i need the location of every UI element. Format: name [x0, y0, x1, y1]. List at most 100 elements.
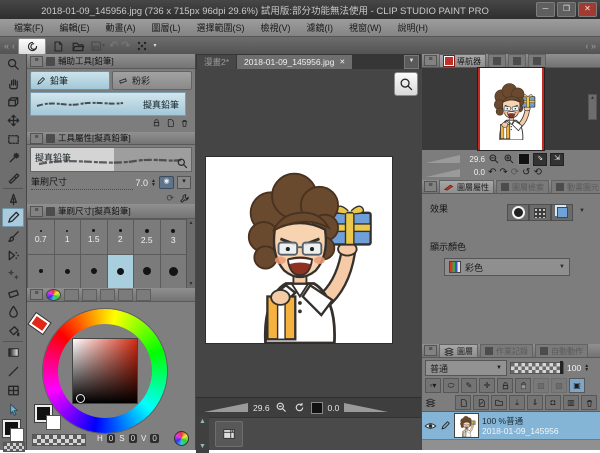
timeline-button[interactable] [215, 421, 243, 447]
tool-brush[interactable] [2, 227, 24, 246]
opacity-stepper[interactable]: ▲▼ [584, 364, 589, 372]
document-tab-comic2[interactable]: 漫畫2* [197, 55, 236, 69]
subview-palette-button[interactable] [394, 72, 418, 96]
magnifier-icon[interactable] [176, 157, 189, 170]
layer-name[interactable]: 2018-01-09_145956 [482, 426, 559, 436]
navigator-preview-area[interactable] [422, 68, 600, 150]
brush-size-scrollbar[interactable]: ▲▼ [186, 219, 195, 288]
subtool-item-real-pencil[interactable]: 擬真鉛筆 [30, 92, 186, 116]
transparent-color-swatch[interactable] [3, 442, 25, 452]
canvas-image[interactable] [206, 157, 392, 343]
menu-edit[interactable]: 編輯(E) [52, 19, 98, 36]
visibility-eye-icon[interactable] [424, 421, 437, 431]
subtool-scrollbar[interactable]: ▲ [588, 94, 597, 120]
redo-button[interactable]: ↷ [121, 38, 130, 54]
saturation-value-square[interactable] [73, 339, 137, 403]
rotate-reset-icon[interactable] [293, 401, 306, 414]
fit-to-screen-icon[interactable] [518, 153, 530, 165]
tool-operation[interactable] [2, 400, 24, 419]
panel-menu-icon[interactable]: ≡ [424, 55, 437, 66]
dock-collapse-left-icon[interactable]: « [4, 38, 9, 54]
document-tab-active[interactable]: 2018-01-09_145956.jpg ✕ [237, 55, 352, 69]
reset-view-icon[interactable]: ↺ [522, 168, 530, 177]
transparent-color-swatch[interactable] [32, 434, 86, 446]
apply-mask-icon[interactable]: ▥ [563, 395, 579, 410]
tool-figure[interactable] [2, 362, 24, 381]
palette-dock-toggle[interactable]: ▲▼ [196, 415, 209, 453]
trash-icon[interactable] [180, 118, 189, 128]
size-0.7[interactable]: 0.7 [27, 219, 55, 255]
ruler-icon[interactable]: ✎ [461, 378, 477, 393]
size-9[interactable] [160, 254, 188, 290]
maximize-button[interactable]: ❐ [557, 2, 576, 17]
color-slider-tab[interactable] [64, 289, 79, 301]
layer-color-toggle-icon[interactable]: ▣ [569, 378, 585, 393]
size-4[interactable] [27, 254, 55, 290]
wrench-icon[interactable] [179, 193, 190, 204]
flip-vertical-icon[interactable]: ⇲ [550, 153, 564, 166]
panel-menu-icon[interactable]: ≡ [424, 345, 437, 356]
tool-hand[interactable] [2, 74, 24, 93]
blend-mode-dropdown[interactable]: 普通 ▼ [425, 360, 507, 376]
set-as-draft-icon[interactable]: ▨ [533, 378, 549, 393]
tool-frame-border[interactable] [2, 381, 24, 400]
tool-object[interactable] [2, 93, 24, 112]
tool-blend[interactable] [2, 303, 24, 322]
rotate-left-icon[interactable]: ↶ [488, 168, 496, 177]
reset-all-icon[interactable]: ⟲ [534, 168, 542, 177]
size-1.5[interactable]: 1.5 [80, 219, 108, 255]
lock-layer-icon[interactable] [497, 378, 513, 393]
reset-rotation-icon[interactable]: ⟳ [511, 168, 519, 177]
dock-collapse-right-icon[interactable]: ‹ » [585, 38, 596, 54]
intermediate-color-tab[interactable] [100, 289, 115, 301]
close-button[interactable]: ✕ [578, 2, 597, 17]
palette-color-dropdown[interactable]: ▫▾ [425, 378, 441, 393]
size-7-selected[interactable] [107, 254, 135, 290]
delete-layer-icon[interactable] [581, 395, 597, 410]
color-wheel-tab[interactable] [46, 289, 61, 301]
fit-to-screen-icon[interactable] [311, 402, 323, 414]
reset-settings-icon[interactable]: ⟳ [166, 193, 174, 204]
lock-transparent-pixels-icon[interactable] [515, 378, 531, 393]
size-1[interactable]: 1 [54, 219, 82, 255]
panel-menu-icon[interactable]: ≡ [30, 133, 43, 144]
ruler-range-icon[interactable]: ▧ [551, 378, 567, 393]
approximate-color-tab[interactable] [118, 289, 133, 301]
size-5[interactable] [54, 254, 82, 290]
menu-view[interactable]: 檢視(V) [253, 19, 299, 36]
tool-eyedropper[interactable] [2, 168, 24, 187]
tool-zoom[interactable] [2, 55, 24, 74]
subtool-tab-pencil[interactable]: 鉛筆 [30, 71, 110, 90]
save-button[interactable]: ▾ [89, 39, 106, 54]
history-tab[interactable]: 作業記錄 [480, 344, 533, 357]
new-raster-layer-icon[interactable] [455, 395, 471, 410]
layer-search-tab[interactable]: 圖層檢索 [496, 180, 549, 193]
color-set-tab[interactable] [82, 289, 97, 301]
tool-fill[interactable] [2, 321, 24, 340]
layer-property-tab[interactable]: 圖層屬性 [439, 180, 494, 193]
create-layer-mask-icon[interactable]: ◘ [545, 395, 561, 410]
hue-selector[interactable] [29, 313, 50, 333]
menu-filter[interactable]: 濾鏡(I) [299, 19, 342, 36]
zoom-out-icon[interactable] [488, 153, 500, 165]
sv-selector[interactable] [76, 394, 85, 403]
subtool-tab-pastel[interactable]: 粉彩 [112, 71, 192, 90]
brush-size-stepper[interactable]: ▲▼ [151, 179, 156, 187]
display-color-dropdown[interactable]: 彩色 ▼ [444, 258, 570, 276]
dock-grip-icon[interactable]: ‹ [12, 38, 15, 54]
close-tab-icon[interactable]: ✕ [339, 58, 345, 66]
tool-eraser[interactable] [2, 284, 24, 303]
snap-settings-button[interactable] [133, 39, 150, 54]
tool-pencil[interactable] [2, 208, 24, 227]
panel-menu-icon[interactable]: ≡ [30, 289, 43, 300]
menu-file[interactable]: 檔案(F) [6, 19, 52, 36]
pin-icon[interactable]: ✛ [479, 378, 495, 393]
new-subtool-icon[interactable] [166, 118, 175, 128]
panel-menu-icon[interactable]: ≡ [30, 56, 43, 67]
item-bank-tab[interactable] [508, 54, 526, 67]
rotate-right-icon[interactable]: ↷ [499, 168, 507, 177]
brush-size-value[interactable]: 7.0 [136, 178, 149, 188]
size-2[interactable]: 2 [107, 219, 135, 255]
tool-decoration[interactable] [2, 265, 24, 284]
navigator-tab[interactable]: 導航器 [439, 54, 486, 67]
